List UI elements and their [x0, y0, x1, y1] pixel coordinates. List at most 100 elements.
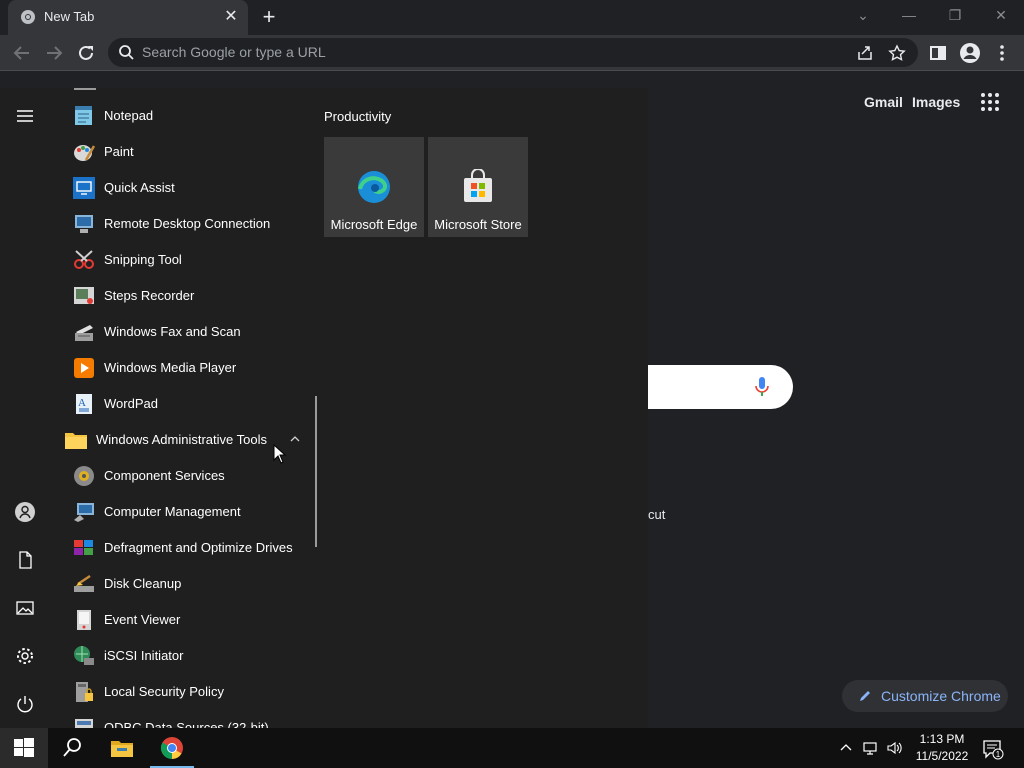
app-item-steps-recorder[interactable]: Steps Recorder [70, 278, 310, 314]
customize-chrome-button[interactable]: Customize Chrome [842, 680, 1008, 712]
start-button[interactable] [0, 728, 48, 768]
taskbar-search-button[interactable] [48, 728, 96, 768]
minimize-button[interactable]: — [896, 4, 922, 26]
snipping-tool-icon [74, 250, 94, 269]
volume-icon[interactable] [886, 740, 902, 756]
forward-arrow-icon[interactable] [42, 41, 66, 65]
profile-icon[interactable] [958, 41, 982, 65]
shortcut-label-fragment[interactable]: cut [648, 507, 665, 522]
reload-icon[interactable] [74, 41, 98, 65]
app-label: ODBC Data Sources (32-bit) [104, 720, 269, 728]
search-icon [63, 738, 81, 757]
remote-desktop-icon [75, 215, 93, 233]
app-label: Remote Desktop Connection [104, 216, 271, 231]
restore-button[interactable]: ❐ [942, 4, 968, 26]
app-list[interactable]: Notepad Paint Quick Assist Remote Deskto… [50, 88, 316, 728]
odbc-icon [75, 719, 93, 728]
chevron-up-icon[interactable] [288, 432, 302, 446]
app-label: Windows Fax and Scan [104, 324, 241, 339]
pictures-icon[interactable] [13, 596, 37, 620]
app-label: Paint [104, 144, 134, 159]
hamburger-menu-icon[interactable] [13, 104, 37, 128]
tiles-group-header: Productivity [324, 109, 392, 124]
wordpad-icon: A [76, 394, 92, 414]
action-center-icon[interactable]: 1 [982, 738, 1004, 760]
app-label: WordPad [104, 396, 158, 411]
tab-new-tab[interactable]: New Tab ✕ [8, 0, 248, 35]
app-label: Disk Cleanup [104, 576, 182, 591]
app-item-wordpad[interactable]: A WordPad [70, 386, 310, 422]
clock-time[interactable]: 1:13 PM [912, 732, 972, 746]
customize-chrome-label: Customize Chrome [881, 688, 1001, 704]
tile-microsoft-edge[interactable]: Microsoft Edge [324, 137, 424, 237]
tab-title: New Tab [44, 9, 95, 24]
clock-date[interactable]: 11/5/2022 [905, 749, 979, 763]
iscsi-icon [74, 646, 94, 665]
app-item-disk-cleanup[interactable]: Disk Cleanup [70, 566, 310, 602]
app-item-local-security-policy[interactable]: Local Security Policy [70, 674, 310, 710]
share-icon[interactable] [856, 44, 874, 62]
app-item-odbc[interactable]: ODBC Data Sources (32-bit) [70, 710, 310, 728]
microphone-icon[interactable] [755, 377, 769, 397]
documents-icon[interactable] [13, 548, 37, 572]
close-window-button[interactable]: ✕ [988, 4, 1014, 26]
app-item-fax-scan[interactable]: Windows Fax and Scan [70, 314, 310, 350]
start-menu-rail [0, 88, 50, 728]
user-account-icon[interactable] [13, 500, 37, 524]
power-icon[interactable] [13, 692, 37, 716]
folder-icon [65, 433, 87, 449]
tile-label: Microsoft Store [434, 217, 522, 232]
side-panel-icon[interactable] [926, 41, 950, 65]
app-item-quick-assist[interactable]: Quick Assist [70, 170, 310, 206]
app-item-remote-desktop[interactable]: Remote Desktop Connection [70, 206, 310, 242]
app-list-scrollbar[interactable] [315, 396, 317, 547]
taskbar-chrome[interactable] [148, 728, 196, 768]
app-label: Event Viewer [104, 612, 181, 627]
app-item-paint[interactable]: Paint [70, 134, 310, 170]
gmail-link[interactable]: Gmail [864, 94, 903, 110]
taskbar-file-explorer[interactable] [98, 728, 146, 768]
app-label: Windows Media Player [104, 360, 237, 375]
app-label: Local Security Policy [104, 684, 224, 699]
app-label: Steps Recorder [104, 288, 195, 303]
previous-item-icon [74, 88, 96, 90]
google-apps-icon[interactable] [980, 92, 1000, 112]
new-tab-button[interactable]: + [258, 6, 280, 28]
address-bar[interactable]: Search Google or type a URL [108, 38, 918, 67]
bookmark-star-icon[interactable] [888, 44, 906, 62]
app-item-iscsi-initiator[interactable]: iSCSI Initiator [70, 638, 310, 674]
security-policy-icon [76, 682, 93, 702]
tile-label: Microsoft Edge [330, 217, 418, 232]
disk-cleanup-icon [74, 574, 94, 592]
back-arrow-icon[interactable] [10, 41, 34, 65]
file-explorer-icon [111, 741, 133, 757]
tile-microsoft-store[interactable]: Microsoft Store [428, 137, 528, 237]
show-hidden-icons-chevron-icon[interactable] [838, 740, 854, 756]
tab-search-chevron-icon[interactable]: ⌄ [850, 4, 876, 26]
images-link[interactable]: Images [912, 94, 960, 110]
paint-icon [74, 145, 96, 161]
settings-gear-icon[interactable] [13, 644, 37, 668]
fax-scan-icon [75, 325, 93, 341]
notepad-icon [75, 106, 92, 125]
search-icon [119, 45, 134, 60]
component-services-icon [74, 466, 94, 486]
app-item-computer-management[interactable]: Computer Management [70, 494, 310, 530]
app-item-defragment[interactable]: Defragment and Optimize Drives [70, 530, 310, 566]
start-menu: Notepad Paint Quick Assist Remote Deskto… [0, 88, 648, 728]
mouse-cursor-icon [273, 444, 287, 464]
app-item-media-player[interactable]: Windows Media Player [70, 350, 310, 386]
network-icon[interactable] [862, 740, 878, 756]
app-item-event-viewer[interactable]: Event Viewer [70, 602, 310, 638]
app-item-notepad[interactable]: Notepad [70, 98, 310, 134]
app-label: Computer Management [104, 504, 241, 519]
pencil-icon [860, 691, 870, 701]
edge-icon [358, 171, 390, 203]
app-item-snipping-tool[interactable]: Snipping Tool [70, 242, 310, 278]
chrome-favicon-icon [21, 10, 35, 24]
taskbar: 1:13 PM 11/5/2022 1 [0, 728, 1024, 768]
menu-kebab-icon[interactable] [990, 41, 1014, 65]
computer-management-icon [74, 503, 94, 522]
close-tab-icon[interactable]: ✕ [222, 8, 240, 26]
windows-logo-icon [14, 738, 34, 757]
